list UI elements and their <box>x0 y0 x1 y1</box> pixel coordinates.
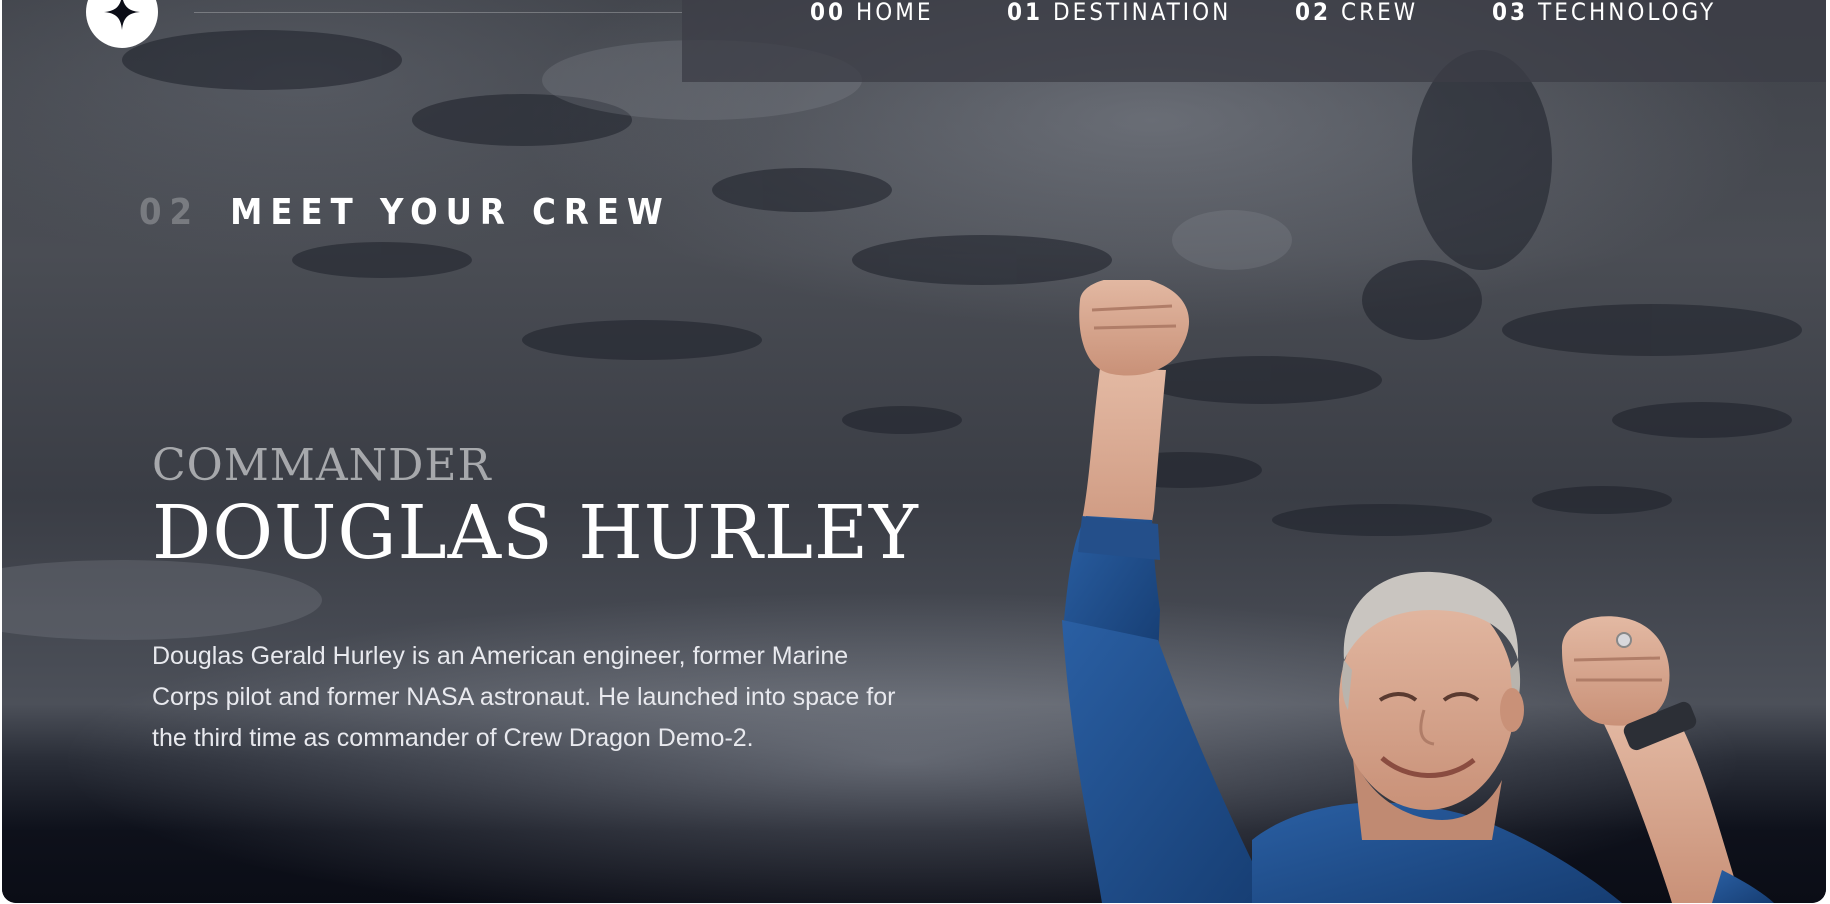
page-heading-number: 02 <box>139 192 201 233</box>
nav-item-number: 00 <box>810 0 847 26</box>
crew-member-image <box>1062 280 1774 903</box>
crew-name: DOUGLAS HURLEY <box>152 490 919 576</box>
page-heading-text: MEET YOUR CREW <box>230 192 671 233</box>
page-heading: 02 MEET YOUR CREW <box>139 192 671 233</box>
nav-item-number: 02 <box>1295 0 1332 26</box>
nav-item-number: 01 <box>1007 0 1044 26</box>
nav-item-number: 03 <box>1492 0 1529 26</box>
viewport: 00 HOME 01 DESTINATION 02 CREW 03 TECHNOLOGY <box>0 0 1830 904</box>
nav-item-label: DESTINATION <box>1053 0 1232 26</box>
nav-item-label: TECHNOLOGY <box>1538 0 1717 26</box>
crew-bio: Douglas Gerald Hurley is an American eng… <box>152 642 896 752</box>
header-divider <box>194 12 682 13</box>
crew-role: COMMANDER <box>152 440 492 491</box>
page-frame: 00 HOME 01 DESTINATION 02 CREW 03 TECHNOLOGY <box>2 0 1826 903</box>
main-navigation: 00 HOME 01 DESTINATION 02 CREW 03 TECHNOLOGY <box>682 0 1826 82</box>
nav-item-label: HOME <box>856 0 934 26</box>
nav-item-label: CREW <box>1341 0 1419 26</box>
